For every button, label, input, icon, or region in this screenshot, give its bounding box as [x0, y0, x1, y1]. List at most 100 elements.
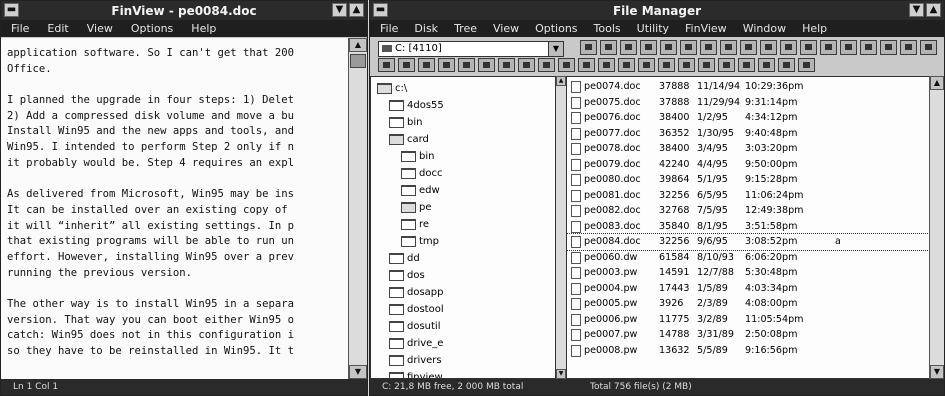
toolbar-button-icon[interactable] — [558, 58, 575, 72]
menu-options[interactable]: Options — [131, 22, 173, 35]
toolbar-button-icon[interactable] — [458, 58, 475, 72]
file-row[interactable]: pe0006.pw 11775 3/2/89 11:05:54pm — [567, 312, 929, 328]
tree-item[interactable]: tmp — [401, 234, 439, 250]
toolbar-button-icon[interactable] — [678, 58, 695, 72]
scroll-down-icon[interactable]: ▼ — [349, 365, 367, 379]
toolbar-button-icon[interactable] — [518, 58, 535, 72]
toolbar-button-icon[interactable] — [578, 58, 595, 72]
toolbar-button-icon[interactable] — [780, 40, 797, 55]
tree-item[interactable]: dd — [389, 251, 420, 267]
file-row[interactable]: pe0003.pw 14591 12/7/88 5:30:48pm — [567, 265, 929, 281]
tree-item[interactable]: drive_e — [389, 336, 443, 352]
toolbar-button-icon[interactable] — [920, 40, 937, 55]
tree-item[interactable]: card — [389, 132, 429, 148]
toolbar-button-icon[interactable] — [538, 58, 555, 72]
menu-help[interactable]: Help — [191, 22, 216, 35]
file-row[interactable]: pe0074.doc 37888 11/14/94 10:29:36pm — [567, 79, 929, 95]
minimize-icon[interactable]: ▼ — [332, 3, 347, 17]
toolbar-button-icon[interactable] — [860, 40, 877, 55]
file-row[interactable]: pe0080.doc 39864 5/1/95 9:15:28pm — [567, 172, 929, 188]
toolbar-button-icon[interactable] — [698, 58, 715, 72]
toolbar-button-icon[interactable] — [598, 58, 615, 72]
tree-item[interactable]: pe — [401, 200, 432, 216]
menu-file[interactable]: File — [380, 22, 398, 35]
file-row[interactable]: pe0079.doc 42240 4/4/95 9:50:00pm — [567, 157, 929, 173]
toolbar-button-icon[interactable] — [478, 58, 495, 72]
file-row[interactable]: pe0007.pw 14788 3/31/89 2:50:08pm — [567, 327, 929, 343]
toolbar-button-icon[interactable] — [700, 40, 717, 55]
toolbar-button-icon[interactable] — [398, 58, 415, 72]
menu-options[interactable]: Options — [535, 22, 577, 35]
scroll-thumb[interactable] — [350, 54, 366, 68]
tree-item[interactable]: dosutil — [389, 319, 441, 335]
menu-tools[interactable]: Tools — [594, 22, 621, 35]
minimize-icon[interactable]: ▼ — [909, 3, 924, 17]
maximize-icon[interactable]: ▲ — [926, 3, 941, 17]
scroll-up-icon[interactable]: ▲ — [349, 38, 367, 52]
chevron-down-icon[interactable]: ▼ — [548, 42, 563, 56]
system-menu-icon[interactable]: ▬ — [373, 3, 388, 17]
toolbar-button-icon[interactable] — [418, 58, 435, 72]
tree-item[interactable]: dos — [389, 268, 425, 284]
file-row[interactable]: pe0060.dw 61584 8/10/93 6:06:20pm — [567, 250, 929, 266]
toolbar-button-icon[interactable] — [820, 40, 837, 55]
file-row[interactable]: pe0081.doc 32256 6/5/95 11:06:24pm — [567, 188, 929, 204]
maximize-icon[interactable]: ▲ — [349, 3, 364, 17]
tree-scrollbar[interactable]: ▲ ▼ — [556, 76, 566, 379]
file-list[interactable]: pe0074.doc 37888 11/14/94 10:29:36pm pe0075.… — [566, 76, 930, 379]
scroll-down-icon[interactable]: ▼ — [930, 365, 944, 379]
tree-item[interactable]: docc — [401, 166, 442, 182]
menu-window[interactable]: Window — [743, 22, 786, 35]
system-menu-icon[interactable]: ▬ — [4, 3, 19, 17]
file-row[interactable]: pe0083.doc 35840 8/1/95 3:51:58pm — [567, 219, 929, 235]
toolbar-button-icon[interactable] — [880, 40, 897, 55]
menu-help[interactable]: Help — [802, 22, 827, 35]
file-list-scrollbar[interactable]: ▲ ▼ — [929, 76, 944, 379]
tree-item[interactable]: bin — [401, 149, 434, 165]
toolbar-button-icon[interactable] — [618, 58, 635, 72]
file-row[interactable]: pe0008.pw 13632 5/5/89 9:16:56pm — [567, 343, 929, 359]
toolbar-button-icon[interactable] — [680, 40, 697, 55]
menu-tree[interactable]: Tree — [454, 22, 477, 35]
file-row[interactable]: pe0084.doc 32256 9/6/95 3:08:52pm a — [567, 233, 929, 251]
finview-titlebar[interactable]: ▬ FinView - pe0084.doc ▼ ▲ — [1, 1, 367, 20]
menu-finview[interactable]: FinView — [685, 22, 727, 35]
toolbar-button-icon[interactable] — [658, 58, 675, 72]
toolbar-button-icon[interactable] — [620, 40, 637, 55]
tree-item[interactable]: drivers — [389, 353, 442, 369]
toolbar-button-icon[interactable] — [738, 58, 755, 72]
toolbar-button-icon[interactable] — [718, 58, 735, 72]
menu-view[interactable]: View — [493, 22, 519, 35]
toolbar-button-icon[interactable] — [760, 40, 777, 55]
toolbar-button-icon[interactable] — [800, 40, 817, 55]
scroll-up-icon[interactable]: ▲ — [556, 76, 566, 86]
tree-item[interactable]: finview — [389, 370, 443, 378]
toolbar-button-icon[interactable] — [638, 58, 655, 72]
drive-selector[interactable]: C: [4110] ▼ — [378, 41, 564, 57]
file-row[interactable]: pe0005.pw 3926 2/3/89 4:08:00pm — [567, 296, 929, 312]
scroll-down-icon[interactable]: ▼ — [556, 369, 566, 379]
file-row[interactable]: pe0078.doc 38400 3/4/95 3:03:20pm — [567, 141, 929, 157]
menu-view[interactable]: View — [87, 22, 113, 35]
toolbar-button-icon[interactable] — [798, 58, 815, 72]
document-text[interactable]: application software. So I can't get tha… — [1, 38, 349, 379]
file-row[interactable]: pe0077.doc 36352 1/30/95 9:40:48pm — [567, 126, 929, 142]
toolbar-button-icon[interactable] — [840, 40, 857, 55]
menu-file[interactable]: File — [11, 22, 29, 35]
menu-edit[interactable]: Edit — [47, 22, 68, 35]
tree-item[interactable]: 4dos55 — [389, 98, 444, 114]
file-row[interactable]: pe0076.doc 38400 1/2/95 4:34:12pm — [567, 110, 929, 126]
file-row[interactable]: pe0004.pw 17443 1/5/89 4:03:34pm — [567, 281, 929, 297]
toolbar-button-icon[interactable] — [498, 58, 515, 72]
toolbar-button-icon[interactable] — [660, 40, 677, 55]
toolbar-button-icon[interactable] — [720, 40, 737, 55]
tree-item[interactable]: c:\ — [377, 81, 407, 97]
tree-item[interactable]: dostool — [389, 302, 444, 318]
file-manager-titlebar[interactable]: ▬ File Manager ▼ ▲ — [370, 1, 944, 20]
toolbar-button-icon[interactable] — [778, 58, 795, 72]
toolbar-button-icon[interactable] — [640, 40, 657, 55]
tree-item[interactable]: dosapp — [389, 285, 444, 301]
menu-utility[interactable]: Utility — [637, 22, 669, 35]
toolbar-button-icon[interactable] — [580, 40, 597, 55]
menu-disk[interactable]: Disk — [414, 22, 438, 35]
